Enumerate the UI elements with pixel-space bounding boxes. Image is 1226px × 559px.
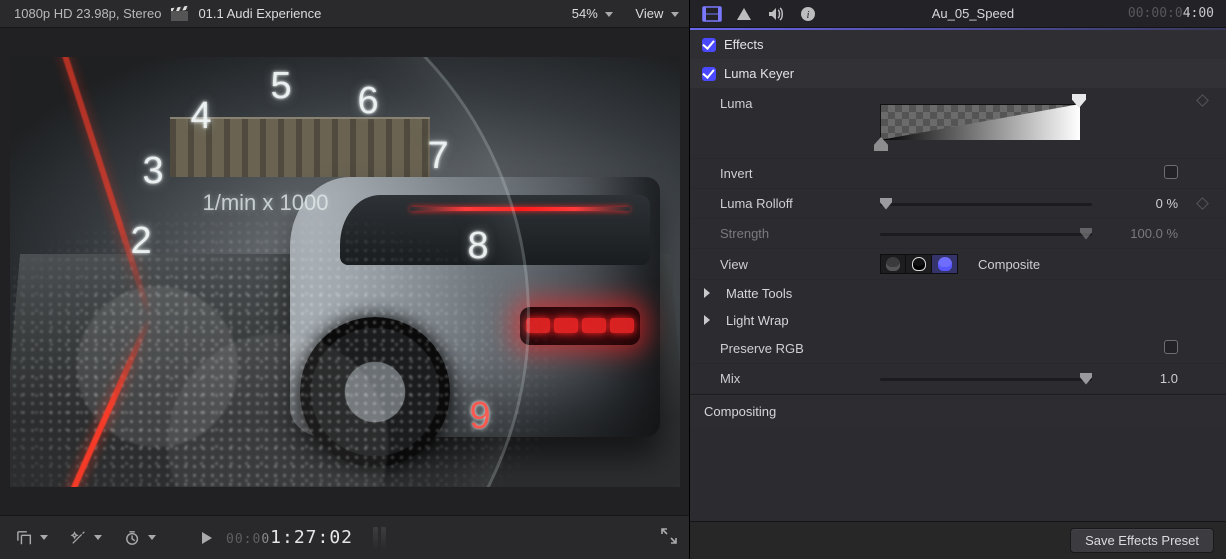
inspector-tab-bar: i Au_05_Speed 00:00:04:00	[690, 0, 1226, 28]
matte-tools-label: Matte Tools	[726, 286, 792, 301]
viewer-pane: 1080p HD 23.98p, Stereo 01.1 Audi Experi…	[0, 0, 690, 559]
fullscreen-button[interactable]	[661, 528, 677, 547]
param-rolloff-label: Luma Rolloff	[720, 196, 870, 211]
playhead-timecode[interactable]: 00:001:27:02	[226, 527, 353, 548]
param-luma: Luma	[690, 88, 1226, 159]
chevron-down-icon	[605, 12, 613, 17]
video-inspector-tab[interactable]	[702, 6, 722, 22]
matte-tools-group[interactable]: Matte Tools	[690, 280, 1226, 307]
view-dropdown[interactable]: View	[635, 6, 679, 21]
audio-inspector-tab[interactable]	[766, 6, 786, 22]
param-view: View Composite	[690, 249, 1226, 280]
param-view-label: View	[720, 257, 870, 272]
param-strength: Strength 100.0 %	[690, 219, 1226, 249]
viewer-canvas[interactable]: 1/min x 1000 2 3 4 5 6 7 8 9	[0, 28, 689, 515]
play-button[interactable]	[202, 532, 212, 544]
inspector-body: Effects Luma Keyer Luma Invert	[690, 30, 1226, 521]
strength-slider	[880, 226, 1092, 242]
view-mode-matte[interactable]	[906, 254, 932, 274]
crop-tool-dropdown[interactable]	[12, 527, 52, 549]
param-luma-label: Luma	[720, 96, 870, 111]
light-wrap-label: Light Wrap	[726, 313, 789, 328]
project-title: 01.1 Audi Experience	[198, 6, 321, 21]
keyframe-icon[interactable]	[1196, 197, 1209, 210]
param-mix-label: Mix	[720, 371, 870, 386]
audio-meter	[373, 527, 386, 549]
media-format-label: 1080p HD 23.98p, Stereo	[14, 6, 161, 21]
param-mix: Mix 1.0	[690, 364, 1226, 394]
clapperboard-icon[interactable]	[171, 7, 188, 21]
color-inspector-tab[interactable]	[734, 6, 754, 22]
info-inspector-tab[interactable]: i	[798, 6, 818, 22]
light-wrap-group[interactable]: Light Wrap	[690, 307, 1226, 334]
param-preserve-rgb-label: Preserve RGB	[720, 341, 870, 356]
retime-tool-dropdown[interactable]	[120, 527, 160, 549]
chevron-down-icon	[94, 535, 102, 540]
compositing-section-header[interactable]: Compositing	[690, 394, 1226, 428]
preserve-rgb-checkbox[interactable]	[1164, 340, 1178, 354]
luma-keyer-enable-checkbox[interactable]	[702, 67, 716, 81]
view-mode-composite[interactable]	[932, 254, 958, 274]
param-preserve-rgb: Preserve RGB	[690, 334, 1226, 364]
param-strength-label: Strength	[720, 226, 870, 241]
mix-slider[interactable]	[880, 371, 1092, 387]
view-mode-selector[interactable]	[880, 254, 958, 274]
svg-text:i: i	[806, 9, 809, 21]
enhance-tool-dropdown[interactable]	[66, 527, 106, 549]
save-effects-preset-button[interactable]: Save Effects Preset	[1070, 528, 1214, 553]
view-mode-value: Composite	[978, 257, 1040, 272]
param-invert-label: Invert	[720, 166, 870, 181]
chevron-down-icon	[40, 535, 48, 540]
effects-enable-checkbox[interactable]	[702, 38, 716, 52]
luma-gradient-control[interactable]	[880, 96, 1080, 148]
clip-name: Au_05_Speed	[830, 6, 1116, 21]
param-luma-rolloff: Luma Rolloff 0 %	[690, 189, 1226, 219]
strength-value: 100.0	[1130, 226, 1163, 241]
viewer-top-bar: 1080p HD 23.98p, Stereo 01.1 Audi Experi…	[0, 0, 689, 28]
mix-value[interactable]: 1.0	[1102, 371, 1182, 386]
view-mode-original[interactable]	[880, 254, 906, 274]
view-dropdown-label: View	[635, 6, 663, 21]
inspector-footer: Save Effects Preset	[690, 521, 1226, 559]
viewer-bottom-bar: 00:001:27:02	[0, 515, 689, 559]
luma-keyer-header[interactable]: Luma Keyer	[690, 59, 1226, 88]
luma-keyer-title: Luma Keyer	[724, 66, 794, 81]
zoom-value: 54%	[572, 6, 598, 21]
compositing-label: Compositing	[704, 404, 776, 419]
invert-checkbox[interactable]	[1164, 165, 1178, 179]
disclosure-triangle-icon[interactable]	[704, 313, 718, 328]
clip-duration: 00:00:04:00	[1128, 6, 1214, 21]
param-invert: Invert	[690, 159, 1226, 189]
rolloff-slider[interactable]	[880, 196, 1092, 212]
effects-section-header[interactable]: Effects	[690, 30, 1226, 59]
rolloff-value[interactable]: 0	[1156, 196, 1163, 211]
effects-header-label: Effects	[724, 37, 764, 52]
keyframe-icon[interactable]	[1196, 94, 1209, 107]
zoom-dropdown[interactable]: 54%	[572, 6, 614, 21]
disclosure-triangle-icon[interactable]	[704, 286, 718, 301]
chevron-down-icon	[148, 535, 156, 540]
video-frame: 1/min x 1000 2 3 4 5 6 7 8 9	[10, 57, 680, 487]
chevron-down-icon	[671, 12, 679, 17]
inspector-pane: i Au_05_Speed 00:00:04:00 Effects Luma K…	[690, 0, 1226, 559]
